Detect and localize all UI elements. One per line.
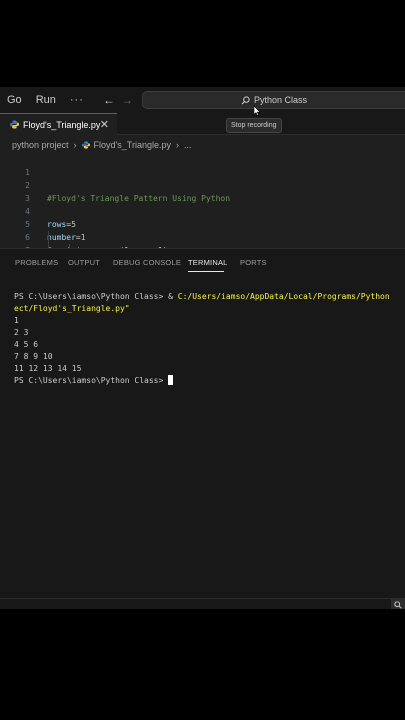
editor-tab-bar: Floyd's_Triangle.py ✕	[0, 113, 405, 135]
zoom-icon[interactable]	[391, 599, 405, 609]
terminal-line: 2 3	[14, 328, 29, 337]
active-tab-indicator	[188, 271, 224, 272]
menu-more-button[interactable]: ···	[63, 94, 91, 106]
terminal-line: 11 12 13 14 15	[14, 364, 82, 373]
breadcrumb: python project › Floyd's_Triangle.py › .…	[12, 138, 191, 152]
terminal-line: 7 8 9 10	[14, 352, 53, 361]
indent-guide	[48, 231, 49, 248]
terminal-command: C:/Users/iamso/AppData/Local/Programs/Py…	[177, 292, 390, 301]
close-icon[interactable]: ✕	[100, 118, 109, 131]
code-line: 4 rows=5	[0, 192, 405, 229]
terminal-command: ect/Floyd's_Triangle.py"	[14, 304, 130, 313]
code-line: 6 for i in range (1,rows+1):	[0, 218, 405, 248]
search-icon	[241, 95, 250, 104]
title-bar: Go Run ··· ← → Python Class	[0, 87, 405, 113]
code-line: 3	[0, 179, 405, 203]
forward-arrow-icon[interactable]: →	[121, 93, 133, 107]
bottom-panel: PROBLEMS OUTPUT DEBUG CONSOLE TERMINAL P…	[0, 248, 405, 609]
terminal-line: 1	[14, 316, 19, 325]
terminal-line: PS C:\Users\iamso\Python Class>	[14, 375, 405, 387]
panel-bottom-bar	[0, 598, 405, 609]
terminal-prompt: PS C:\Users\iamso\Python Class> &	[14, 292, 178, 301]
tab-output[interactable]: OUTPUT	[68, 258, 100, 267]
breadcrumb-file[interactable]: Floyd's_Triangle.py	[94, 140, 171, 150]
command-center-label: Python Class	[253, 95, 308, 105]
chevron-right-icon: ›	[175, 140, 179, 150]
terminal-output[interactable]: PS C:\Users\iamso\Python Class> & C:/Use…	[14, 291, 405, 387]
tab-problems[interactable]: PROBLEMS	[15, 258, 58, 267]
terminal-line: ect/Floyd's_Triangle.py"	[14, 303, 405, 315]
terminal-cursor	[168, 375, 174, 385]
chevron-right-icon: ›	[73, 140, 77, 150]
code-line: 7 for j in range(1,i+1):	[0, 231, 405, 248]
letterbox-top	[0, 0, 405, 87]
tab-floyds-triangle[interactable]: Floyd's_Triangle.py ✕	[0, 113, 117, 135]
tab-debug-console[interactable]: DEBUG CONSOLE	[113, 258, 181, 267]
command-center-search[interactable]: Python Class	[142, 91, 405, 109]
magnifier-icon	[394, 601, 402, 609]
letterbox-bottom	[0, 609, 405, 720]
breadcrumb-more[interactable]: ...	[184, 140, 192, 150]
tab-terminal[interactable]: TERMINAL	[188, 258, 228, 267]
code-line: 2 #Floyd's Triangle Pattern Using Python	[0, 166, 405, 203]
vscode-window: Go Run ··· ← → Python Class Stop recordi…	[0, 87, 405, 609]
menu-run[interactable]: Run	[29, 94, 63, 106]
code-line: 5 number=1	[0, 205, 405, 242]
menu-go[interactable]: Go	[0, 94, 29, 106]
terminal-line: 4 5 6	[14, 340, 39, 349]
mouse-cursor-icon	[254, 106, 261, 116]
python-file-icon	[10, 120, 19, 129]
terminal-prompt: PS C:\Users\iamso\Python Class>	[14, 376, 169, 385]
tab-label: Floyd's_Triangle.py	[23, 119, 101, 130]
breadcrumb-folder[interactable]: python project	[12, 140, 69, 150]
terminal-line: PS C:\Users\iamso\Python Class> & C:/Use…	[14, 291, 405, 303]
panel-tab-bar: PROBLEMS OUTPUT DEBUG CONSOLE TERMINAL P…	[0, 249, 405, 277]
code-editor[interactable]: 1 2 #Floyd's Triangle Pattern Using Pyth…	[0, 153, 405, 248]
stop-recording-tooltip: Stop recording	[226, 118, 282, 133]
back-arrow-icon[interactable]: ←	[103, 93, 115, 107]
code-line: 1	[0, 153, 405, 177]
python-file-icon	[81, 141, 90, 149]
tab-ports[interactable]: PORTS	[240, 258, 267, 267]
